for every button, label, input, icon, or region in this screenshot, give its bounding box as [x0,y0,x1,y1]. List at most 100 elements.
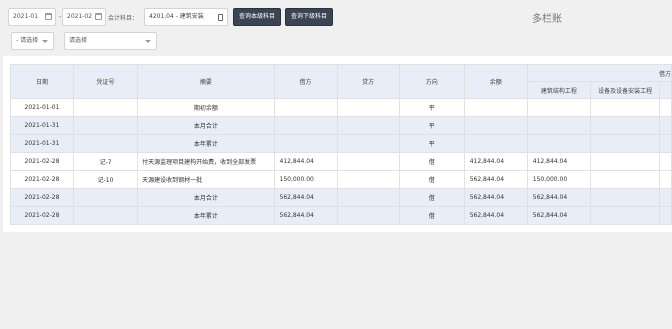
table-row[interactable]: 2021-02-28 记-10 天源建设收到钢材一批 150,000.00 借 … [10,170,672,189]
cell-credit [336,170,400,189]
column-header-voucher: 凭证号 [72,64,139,99]
cell-building-structure [526,116,591,135]
cell-balance: 562,844.04 [463,188,528,207]
cell-direction: 借 [398,188,465,207]
cell-overflow [659,206,672,225]
chevron-down-icon [42,40,48,43]
cell-building-structure: 412,844.04 [526,152,591,171]
cell-building-structure: 562,844.04 [526,188,591,207]
sub-header-equipment-installation: 设备及设备安装工程 [589,81,661,99]
cell-debit [273,116,338,135]
date-from-input[interactable]: 2021-01 [8,8,56,26]
calendar-icon[interactable] [45,13,52,20]
date-from-value: 2021-01 [13,13,39,20]
table-row[interactable]: 2021-02-28 本年累计 562,844.04 借 562,844.04 … [10,206,672,225]
cell-date: 2021-01-31 [10,116,74,135]
cell-direction: 平 [398,134,465,153]
cell-summary: 本年累计 [137,206,275,225]
cell-credit [336,152,400,171]
cell-summary: 本月合计 [137,188,275,207]
cell-overflow [659,116,672,135]
table-row[interactable]: 2021-01-31 本月合计 平 [10,116,672,135]
column-header-balance: 余额 [463,64,528,99]
sub-header-building-structure: 建筑结构工程 [526,81,591,99]
cell-balance: 562,844.04 [463,170,528,189]
cell-direction: 借 [398,206,465,225]
cell-summary: 本年累计 [137,134,275,153]
cell-voucher [72,116,139,135]
cell-direction: 平 [398,116,465,135]
cell-equipment-installation [589,152,661,171]
cell-voucher [72,188,139,207]
filter-select-one-value: - 请选择 [16,37,39,44]
cell-equipment-installation [589,170,661,189]
date-to-input[interactable]: 2021-02 [62,8,106,26]
cell-voucher [72,98,139,117]
cell-credit [336,134,400,153]
cell-summary: 天源建设收到钢材一批 [137,170,275,189]
cell-equipment-installation [589,116,661,135]
cell-debit: 412,844.04 [273,152,338,171]
cell-overflow [659,134,672,153]
cell-date: 2021-01-01 [10,98,74,117]
cell-debit: 562,844.04 [273,188,338,207]
calendar-icon[interactable] [95,13,102,20]
cell-direction: 借 [398,152,465,171]
cell-overflow [659,170,672,189]
table-row[interactable]: 2021-01-31 本年累计 平 [10,134,672,153]
column-header-credit: 贷方 [336,64,400,99]
cell-equipment-installation [589,98,661,117]
page-title: 多栏账 [532,14,562,25]
cell-building-structure [526,98,591,117]
subject-value: 4201.04 - 建筑安装 [149,13,204,20]
column-header-direction: 方向 [398,64,465,99]
book-icon[interactable] [218,14,223,21]
cell-date: 2021-02-28 [10,170,74,189]
cell-building-structure: 562,844.04 [526,206,591,225]
cell-summary: 本月合计 [137,116,275,135]
table-row[interactable]: 2021-01-01 期初余额 平 [10,98,672,117]
cell-voucher [72,206,139,225]
query-current-level-button[interactable]: 查询本级科目 [233,8,282,26]
cell-date: 2021-01-31 [10,134,74,153]
cell-overflow [659,152,672,171]
column-header-summary: 摘要 [137,64,275,99]
cell-direction: 借 [398,170,465,189]
cell-date: 2021-02-28 [10,188,74,207]
cell-date: 2021-02-28 [10,152,74,171]
table-row[interactable]: 2021-02-28 记-7 付天源监理项目建构开始费，收到全部发票 412,8… [10,152,672,171]
cell-balance [463,134,528,153]
cell-equipment-installation [589,206,661,225]
query-sub-level-button[interactable]: 查询下级科目 [285,8,334,26]
column-header-date: 日期 [10,64,74,99]
cell-summary: 付天源监理项目建构开始费，收到全部发票 [137,152,275,171]
cell-credit [336,116,400,135]
ledger-table: 日期 凭证号 摘要 借方 贷方 方向 余额 借方 建筑结构工程 设备及设备安装工… [10,64,672,225]
cell-debit [273,98,338,117]
subject-label: 会计科目： [108,15,139,22]
cell-balance [463,98,528,117]
sub-header-overflow [659,81,672,99]
cell-equipment-installation [589,188,661,207]
cell-credit [336,206,400,225]
cell-summary: 期初余额 [137,98,275,117]
cell-overflow [659,188,672,207]
cell-balance: 412,844.04 [463,152,528,171]
filter-select-one[interactable]: - 请选择 [11,32,54,50]
table-row[interactable]: 2021-02-28 本月合计 562,844.04 借 562,844.04 … [10,188,672,207]
column-group-header-debit: 借方 [526,64,672,82]
cell-overflow [659,98,672,117]
cell-credit [336,98,400,117]
cell-balance [463,116,528,135]
cell-voucher: 记-7 [72,152,139,171]
cell-building-structure [526,134,591,153]
cell-debit: 562,844.04 [273,206,338,225]
subject-input[interactable]: 4201.04 - 建筑安装 [144,8,228,26]
date-to-value: 2021-02 [67,13,93,20]
ledger-panel: 日期 凭证号 摘要 借方 贷方 方向 余额 借方 建筑结构工程 设备及设备安装工… [3,56,672,232]
filter-select-two[interactable]: 请选择 [64,32,157,50]
cell-balance: 562,844.04 [463,206,528,225]
cell-credit [336,188,400,207]
cell-direction: 平 [398,98,465,117]
cell-date: 2021-02-28 [10,206,74,225]
